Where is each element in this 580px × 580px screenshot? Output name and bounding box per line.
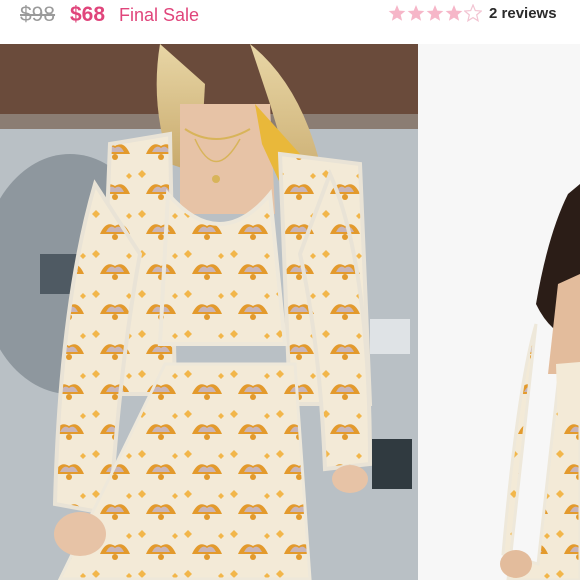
final-sale-label: Final Sale — [119, 5, 200, 25]
original-price: $98 — [20, 3, 56, 26]
star-filled-icon — [407, 5, 425, 21]
main-photo-illustration — [0, 44, 418, 580]
secondary-product-photo[interactable] — [418, 44, 580, 580]
star-filled-icon — [426, 5, 444, 21]
listing-header: $98 $68 Final Sale 2 reviews — [0, 0, 580, 44]
rating-stars[interactable] — [388, 4, 482, 22]
star-filled-icon — [445, 5, 463, 21]
sale-price: $68 — [70, 3, 106, 26]
image-gallery[interactable] — [0, 44, 580, 580]
reviews-link[interactable]: 2 reviews — [489, 5, 557, 22]
star-filled-icon — [388, 5, 406, 21]
main-product-photo[interactable] — [0, 44, 418, 580]
star-empty-icon — [464, 4, 482, 22]
side-photo-illustration — [418, 44, 580, 580]
